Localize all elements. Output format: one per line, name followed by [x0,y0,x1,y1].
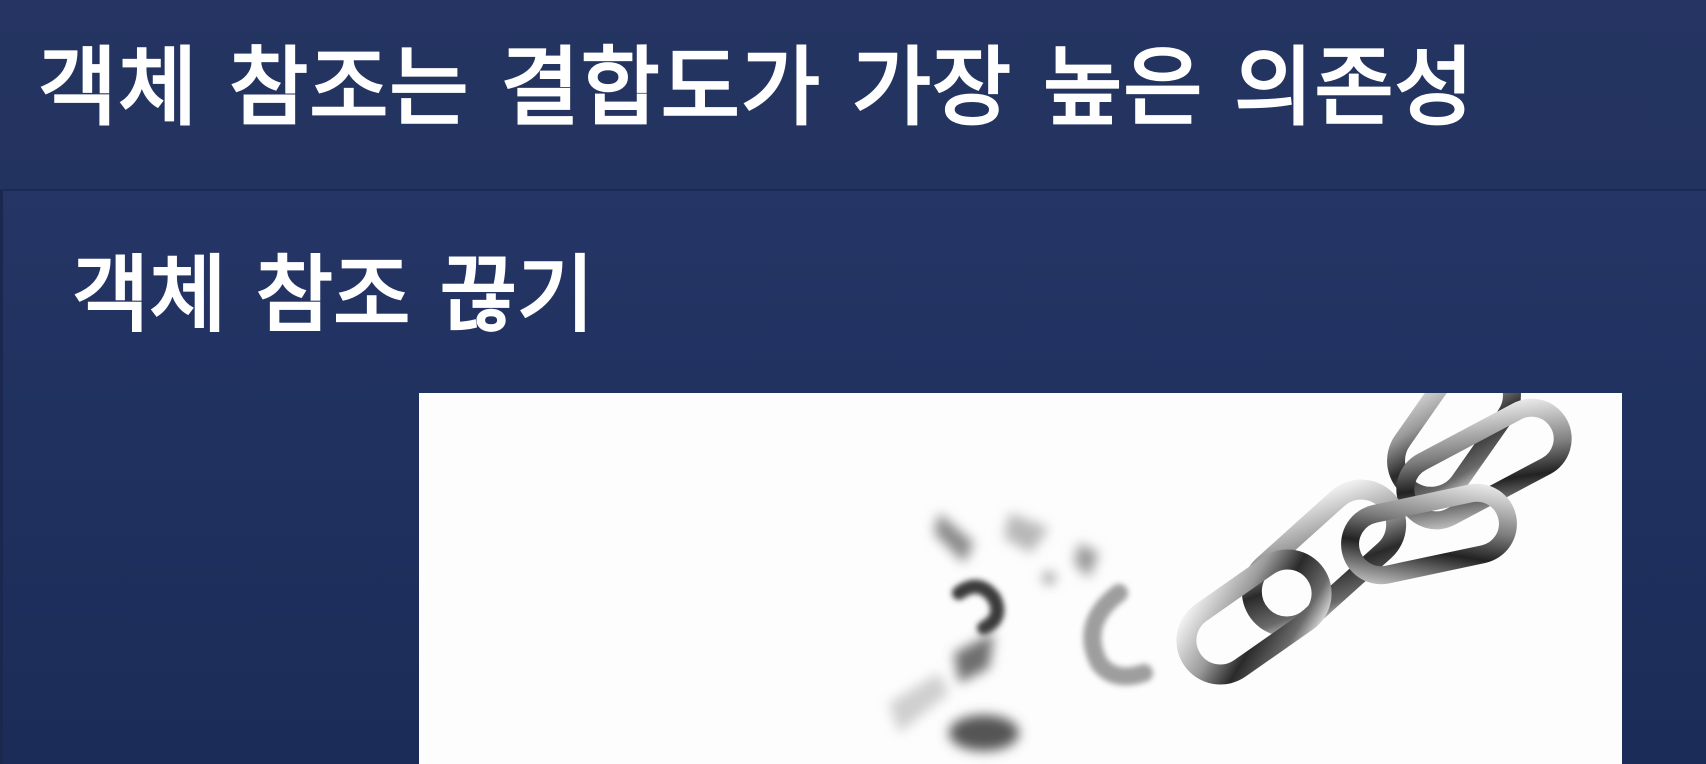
section-heading: 객체 참조 끊기 [72,246,595,344]
chain-link-right [1341,483,1517,585]
slide: 객체 참조는 결합도가 가장 높은 의존성 객체 참조 끊기 [0,0,1706,764]
broken-chain-image [419,393,1622,764]
debris-fragments [889,513,1099,751]
broken-chain-illustration [889,393,1572,751]
slide-title: 객체 참조는 결합도가 가장 높은 의존성 [38,38,1475,138]
